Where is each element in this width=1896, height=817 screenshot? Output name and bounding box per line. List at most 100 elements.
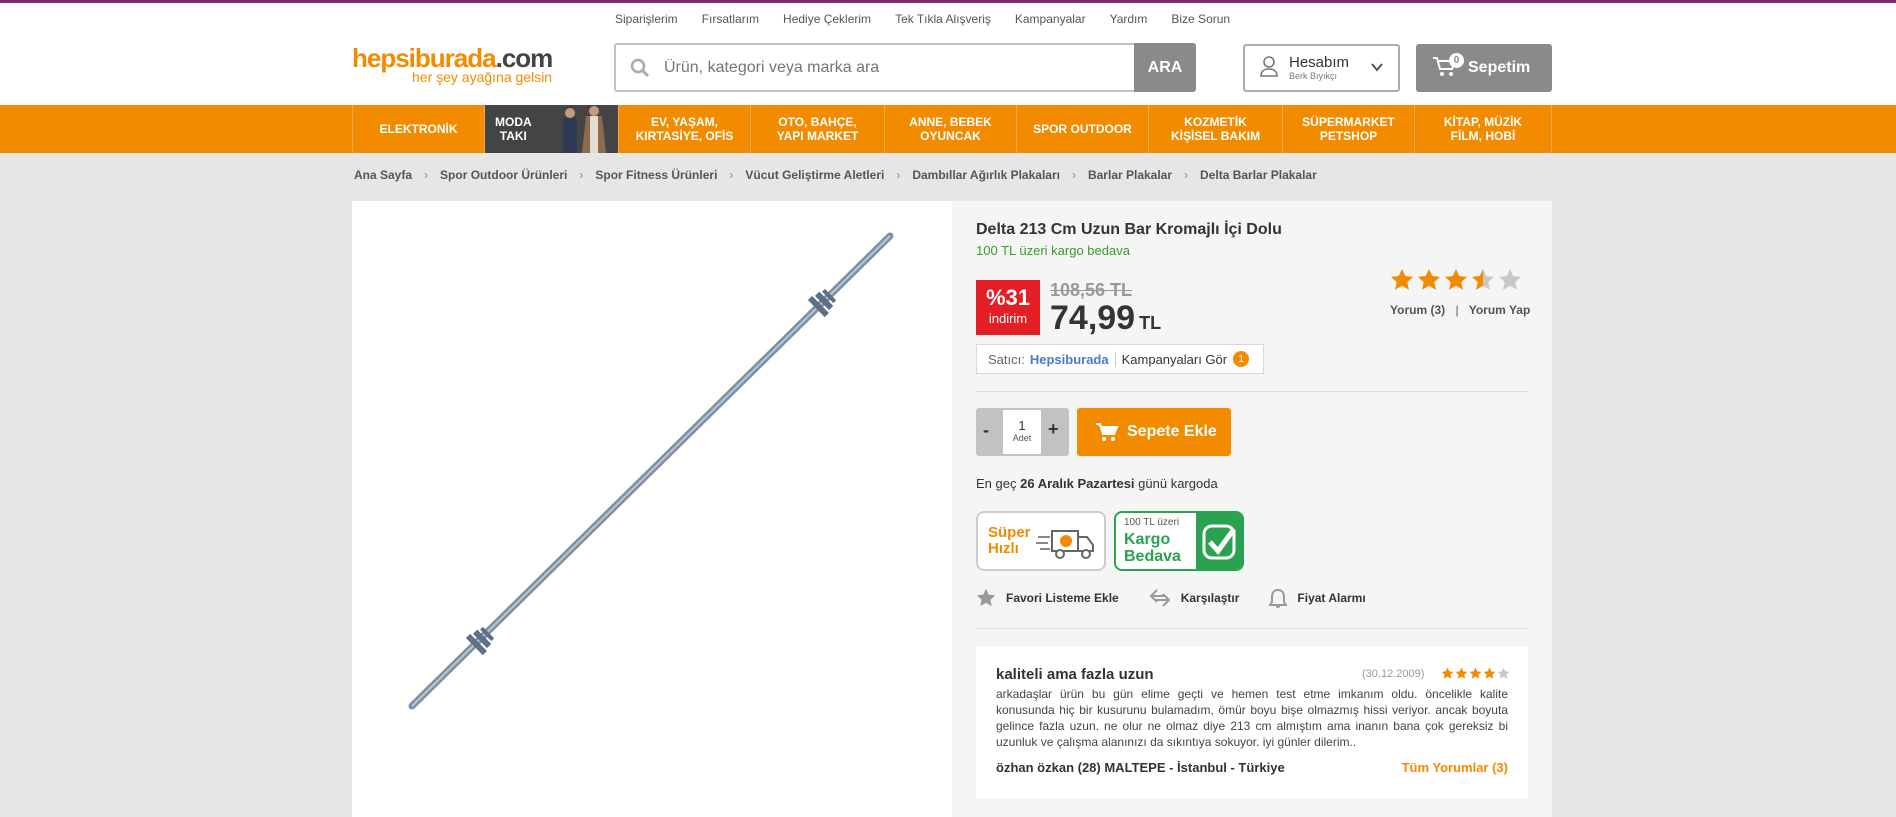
- top-link-one-click[interactable]: Tek Tıkla Alışveriş: [895, 12, 991, 26]
- search-button[interactable]: ARA: [1134, 43, 1196, 92]
- free-cargo-badge: 100 TL üzeri Kargo Bedava: [1114, 511, 1244, 571]
- nav-item-books[interactable]: KİTAP, MÜZİK FİLM, HOBİ: [1414, 105, 1552, 153]
- empty-star-icon: [1497, 667, 1510, 679]
- breadcrumb-item[interactable]: Vücut Geliştirme Aletleri: [745, 168, 884, 182]
- nav-label: KİTAP, MÜZİK: [1443, 115, 1523, 129]
- star-icon: [976, 588, 996, 607]
- breadcrumb: Ana Sayfa › Spor Outdoor Ürünleri › Spor F…: [354, 168, 1317, 182]
- divider: [976, 628, 1528, 629]
- review-count-link[interactable]: Yorum (3): [1390, 303, 1445, 317]
- all-reviews-link[interactable]: Tüm Yorumlar (3): [1402, 760, 1508, 775]
- nav-item-home-living[interactable]: EV, YAŞAM, KIRTASİYE, OFİS: [618, 105, 750, 153]
- breadcrumb-chevron-icon: ›: [1184, 168, 1189, 182]
- nav-label-2: YAPI MARKET: [776, 129, 859, 143]
- add-to-favorites-label: Favori Listeme Ekle: [1006, 591, 1119, 605]
- super-fast-line2: Hızlı: [988, 540, 1019, 557]
- top-link-gift-cards[interactable]: Hediye Çeklerim: [783, 12, 871, 26]
- add-to-cart-button[interactable]: Sepete Ekle: [1077, 408, 1231, 456]
- nav-label: MODA: [495, 115, 532, 129]
- breadcrumb-item[interactable]: Dambıllar Ağırlık Plakaları: [912, 168, 1060, 182]
- write-review-link[interactable]: Yorum Yap: [1469, 303, 1531, 317]
- nav-item-supermarket[interactable]: SÜPERMARKET PETSHOP: [1282, 105, 1414, 153]
- nav-label-2: TAKI: [499, 129, 527, 143]
- top-link-campaigns[interactable]: Kampanyalar: [1015, 12, 1086, 26]
- nav-item-mother-baby[interactable]: ANNE, BEBEK OYUNCAK: [884, 105, 1016, 153]
- quantity-input[interactable]: 1 Adet: [1003, 410, 1041, 454]
- campaigns-link[interactable]: Kampanyaları Gör: [1122, 352, 1228, 367]
- top-link-orders[interactable]: Siparişlerim: [615, 12, 678, 26]
- star-icon: [1469, 667, 1482, 679]
- nav-item-fashion[interactable]: MODA TAKI: [484, 105, 618, 153]
- breadcrumb-chevron-icon: ›: [424, 168, 429, 182]
- price-alarm-button[interactable]: Fiyat Alarmı: [1269, 588, 1366, 608]
- quantity-unit: Adet: [1012, 433, 1032, 443]
- nav-item-electronics[interactable]: ELEKTRONİK: [352, 105, 484, 153]
- breadcrumb-chevron-icon: ›: [1071, 168, 1076, 182]
- discount-badge: %31 indirim: [976, 280, 1040, 335]
- site-logo[interactable]: hepsiburada.com her şey ayağına gelsin: [352, 45, 553, 85]
- nav-item-sports[interactable]: SPOR OUTDOOR: [1016, 105, 1148, 153]
- nav-item-cosmetics[interactable]: KOZMETİK KİŞİSEL BAKIM: [1148, 105, 1282, 153]
- nav-item-auto-garden[interactable]: OTO, BAHÇE, YAPI MARKET: [750, 105, 884, 153]
- search-bar: ARA: [614, 43, 1196, 92]
- breadcrumb-chevron-icon: ›: [579, 168, 584, 182]
- breadcrumb-chevron-icon: ›: [729, 168, 734, 182]
- compare-label: Karşılaştır: [1180, 591, 1240, 605]
- compare-button[interactable]: Karşılaştır: [1149, 588, 1240, 608]
- free-cargo-line2: Bedava: [1124, 548, 1181, 565]
- quantity-minus-button[interactable]: -: [983, 420, 989, 441]
- rating-stars[interactable]: [1390, 268, 1522, 292]
- free-cargo-line1: Kargo: [1124, 531, 1171, 548]
- breadcrumb-item[interactable]: Spor Fitness Ürünleri: [595, 168, 717, 182]
- top-link-help[interactable]: Yardım: [1110, 12, 1148, 26]
- breadcrumb-item[interactable]: Spor Outdoor Ürünleri: [440, 168, 567, 182]
- half-star-icon: [1472, 269, 1494, 290]
- discount-percent: %31: [985, 285, 1031, 310]
- product-actions: Favori Listeme Ekle Karşılaştır Fiyat Al…: [976, 588, 1396, 608]
- breadcrumb-item[interactable]: Barlar Plakalar: [1088, 168, 1172, 182]
- star-icon: [1441, 667, 1454, 679]
- super-fast-line1: Süper: [988, 524, 1031, 541]
- nav-label: EV, YAŞAM,: [651, 115, 718, 129]
- top-link-deals[interactable]: Fırsatlarım: [702, 12, 759, 26]
- quantity-value: 1: [1018, 418, 1026, 433]
- user-icon: [1259, 55, 1279, 82]
- bell-icon: [1269, 588, 1288, 608]
- free-shipping-note: 100 TL üzeri kargo bedava: [976, 243, 1130, 258]
- delivery-suffix: günü kargoda: [1138, 476, 1218, 491]
- search-icon: [616, 45, 664, 90]
- nav-label: KOZMETİK: [1184, 115, 1247, 129]
- logo-tagline: her şey ayağına gelsin: [412, 69, 553, 85]
- star-icon: [1455, 667, 1468, 679]
- nav-label: ELEKTRONİK: [379, 122, 458, 136]
- divider: [976, 391, 1528, 392]
- campaign-count-badge: 1: [1233, 351, 1250, 367]
- nav-label-2: KİŞİSEL BAKIM: [1170, 129, 1261, 143]
- review-stars: [1441, 667, 1510, 680]
- seller-name-link[interactable]: Hepsiburada: [1030, 351, 1116, 367]
- cart-icon: [1096, 423, 1119, 441]
- star-icon: [1483, 667, 1496, 679]
- nav-label: SÜPERMARKET: [1302, 115, 1395, 129]
- breadcrumb-item[interactable]: Ana Sayfa: [354, 168, 412, 182]
- review-separator: |: [1455, 303, 1459, 317]
- add-to-favorites-button[interactable]: Favori Listeme Ekle: [976, 588, 1119, 608]
- review-body: arkadaşlar ürün bu gün elime geçti ve he…: [996, 687, 1508, 749]
- cart-button[interactable]: 0 Sepetim: [1416, 44, 1552, 92]
- compare-arrows-icon: [1149, 589, 1171, 607]
- cart-label: Sepetim: [1468, 59, 1531, 76]
- empty-star-icon: [1499, 269, 1521, 290]
- nav-label: ANNE, BEBEK: [909, 115, 992, 129]
- quantity-plus-button[interactable]: +: [1048, 419, 1059, 440]
- old-price: 108,56 TL: [1050, 280, 1133, 300]
- price-value: 74,99: [1050, 299, 1136, 337]
- top-link-ask-us[interactable]: Bize Sorun: [1171, 12, 1230, 26]
- star-icon: [1391, 269, 1413, 290]
- account-button[interactable]: Hesabım Berk Bıyıkçı: [1243, 44, 1400, 92]
- delivery-truck-icon: [1036, 530, 1094, 559]
- delivery-date: 26 Aralık Pazartesi: [1020, 476, 1135, 491]
- search-input[interactable]: [664, 45, 1134, 90]
- product-image[interactable]: [352, 201, 952, 817]
- breadcrumb-item[interactable]: Delta Barlar Plakalar: [1200, 168, 1317, 182]
- review-card: kaliteli ama fazla uzun (30.12.2009) ark…: [976, 646, 1528, 798]
